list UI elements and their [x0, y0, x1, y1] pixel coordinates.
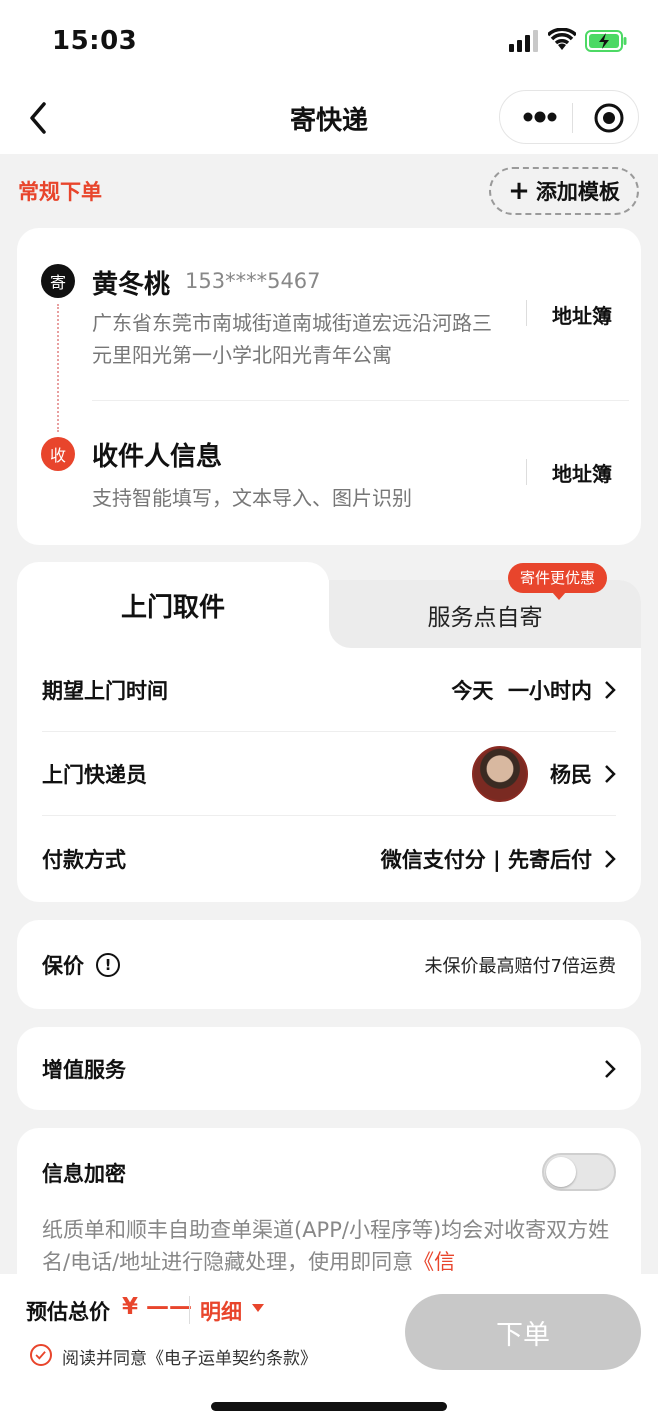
plus-icon: + [508, 176, 530, 206]
order-mode-label: 常规下单 [18, 180, 102, 204]
chevron-right-icon [605, 850, 616, 868]
divider [92, 400, 629, 401]
value-added-label: 增值服务 [42, 1058, 126, 1082]
insurance-label: 保价 [42, 954, 84, 978]
receiver-address-book-button[interactable]: 地址簿 [552, 458, 612, 487]
more-dots-icon[interactable] [520, 103, 560, 131]
courier-row[interactable]: 上门快递员 杨民 [42, 732, 616, 816]
payment-value: 微信支付分 | 先寄后付 [380, 848, 592, 872]
value-added-row: 增值服务 [42, 1027, 616, 1111]
address-card: 寄 黄冬桃 153****5467 广东省东莞市南城街道南城街道宏远沿河路三元里… [17, 228, 641, 545]
courier-name: 杨民 [550, 762, 592, 787]
chevron-right-icon [605, 764, 616, 783]
divider [189, 1296, 190, 1324]
price-detail-button[interactable]: 明细 [200, 1296, 242, 1326]
encryption-description: 纸质单和顺丰自助查单渠道(APP/小程序等)均会对收寄双方姓名/电话/地址进行隐… [42, 1214, 617, 1278]
mini-program-capsule [499, 90, 639, 144]
tab-self-drop-label: 服务点自寄 [427, 605, 543, 631]
sender-name[interactable]: 黄冬桃 [92, 264, 170, 301]
insurance-value: 未保价最高赔付7倍运费 [424, 956, 616, 977]
courier-label: 上门快递员 [42, 762, 147, 787]
info-icon[interactable]: ! [96, 953, 120, 977]
promo-badge: 寄件更优惠 [508, 563, 608, 600]
insurance-row: 保价 ! 未保价最高赔付7倍运费 [42, 923, 616, 1007]
top-bar: 15:03 寄快递 [0, 0, 658, 154]
encryption-description-text: 纸质单和顺丰自助查单渠道(APP/小程序等)均会对收寄双方姓名/电话/地址进行隐… [42, 1218, 610, 1274]
check-circle-icon[interactable] [30, 1344, 52, 1366]
estimate-label: 预估总价 [26, 1300, 110, 1324]
divider [526, 459, 527, 485]
address-connector [57, 304, 59, 432]
receiver-title[interactable]: 收件人信息 [92, 436, 222, 473]
pickup-time-value: 今天 一小时内 [451, 678, 592, 703]
payment-label: 付款方式 [42, 848, 126, 872]
courier-avatar [472, 745, 528, 802]
payment-row[interactable]: 付款方式 微信支付分 | 先寄后付 [42, 817, 616, 901]
capsule-divider [572, 103, 573, 133]
close-target-icon[interactable] [593, 102, 625, 134]
add-template-label: 添加模板 [535, 180, 620, 204]
battery-charging-icon [585, 30, 627, 52]
encryption-label: 信息加密 [42, 1162, 126, 1186]
pickup-time-label: 期望上门时间 [42, 678, 168, 703]
signal-icon [509, 30, 539, 52]
sender-address[interactable]: 广东省东莞市南城街道南城街道宏远沿河路三元里阳光第一小学北阳光青年公寓 [92, 307, 502, 371]
estimate-price: ¥ —— [122, 1294, 193, 1320]
status-time: 15:03 [52, 26, 138, 56]
caret-down-icon[interactable] [252, 1304, 264, 1312]
insurance-card[interactable]: 保价 ! 未保价最高赔付7倍运费 [17, 920, 641, 1009]
pickup-time-row[interactable]: 期望上门时间 今天 一小时内 [42, 648, 616, 732]
encryption-terms-link[interactable]: 《信 [413, 1250, 455, 1274]
receiver-subtitle[interactable]: 支持智能填写，文本导入、图片识别 [92, 482, 412, 511]
pickup-card: 上门取件 服务点自寄 寄件更优惠 期望上门时间 今天 一小时内 上门快递员 杨民… [17, 562, 641, 902]
sender-phone[interactable]: 153****5467 [185, 269, 321, 293]
tab-door-pickup-label: 上门取件 [120, 593, 225, 623]
bottom-bar: 预估总价 ¥ —— 明细 阅读并同意《电子运单契约条款》 下单 [0, 1274, 658, 1424]
sender-badge: 寄 [41, 264, 75, 298]
encryption-toggle[interactable] [542, 1153, 616, 1191]
submit-order-button[interactable]: 下单 [405, 1294, 641, 1370]
value-added-card[interactable]: 增值服务 [17, 1027, 641, 1110]
add-template-button[interactable]: + 添加模板 [489, 167, 639, 215]
sender-address-book-button[interactable]: 地址簿 [552, 300, 612, 329]
chevron-right-icon [605, 680, 616, 699]
wifi-icon [548, 28, 576, 50]
chevron-right-icon [605, 1060, 616, 1078]
toggle-knob [546, 1157, 576, 1187]
receiver-badge: 收 [41, 437, 75, 471]
agreement-text[interactable]: 阅读并同意《电子运单契约条款》 [62, 1344, 317, 1369]
divider [526, 300, 527, 326]
home-indicator [211, 1402, 447, 1411]
